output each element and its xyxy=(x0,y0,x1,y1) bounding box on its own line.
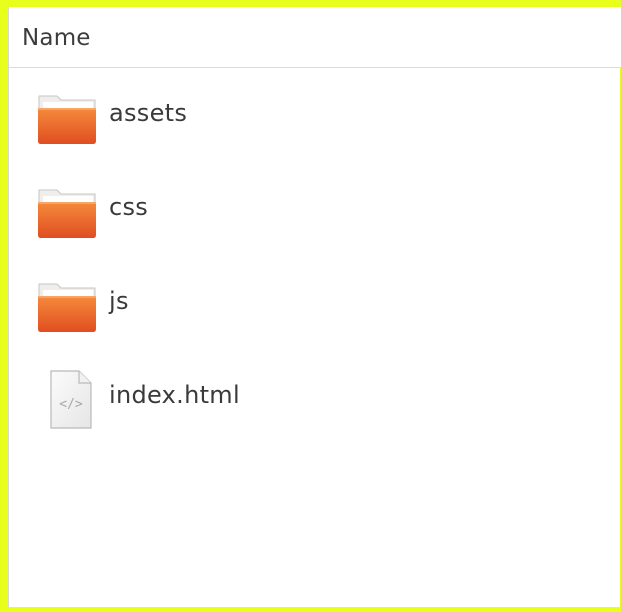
column-header[interactable]: Name xyxy=(9,7,621,68)
folder-icon xyxy=(37,278,97,334)
list-item-js[interactable]: js xyxy=(9,256,621,350)
list-item-css[interactable]: css xyxy=(9,162,621,256)
item-name: assets xyxy=(109,99,188,127)
item-name: css xyxy=(109,193,149,221)
html-file-icon: </> xyxy=(37,368,97,429)
folder-icon xyxy=(37,184,97,240)
item-name: js xyxy=(109,287,129,315)
svg-text:</>: </> xyxy=(59,397,83,412)
name-column-header[interactable]: Name xyxy=(22,25,91,51)
folder-icon xyxy=(37,90,97,146)
item-name: index.html xyxy=(109,381,240,409)
file-list: assets css js </> index.html xyxy=(9,68,621,444)
list-item-assets[interactable]: assets xyxy=(9,68,621,162)
list-item-index-html[interactable]: </> index.html xyxy=(9,350,621,444)
file-list-panel: Name assets css js </> index.html xyxy=(8,7,621,607)
